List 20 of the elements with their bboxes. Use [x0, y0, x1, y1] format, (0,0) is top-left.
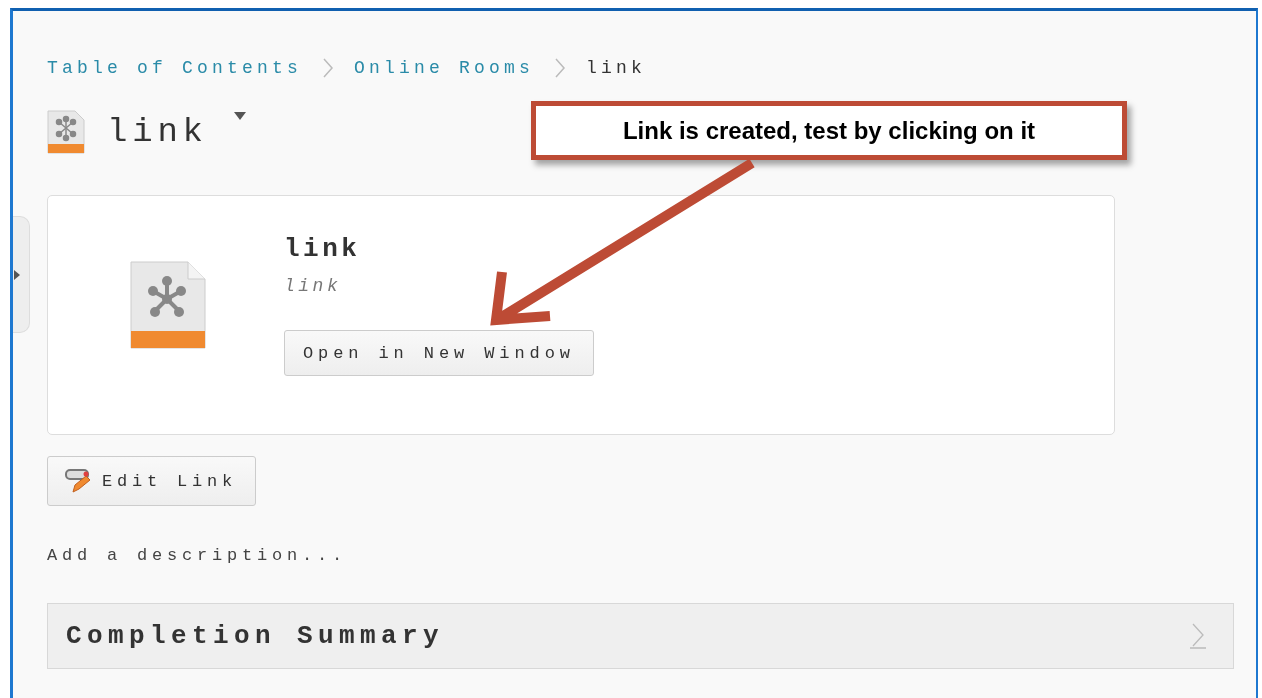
- annotation-callout: Link is created, test by clicking on it: [531, 101, 1127, 160]
- edit-link-icon: [64, 468, 92, 494]
- chevron-icon: [1189, 623, 1207, 649]
- breadcrumb-current: link: [586, 58, 647, 78]
- file-icon: [47, 110, 85, 154]
- link-title: link: [284, 234, 362, 264]
- open-new-window-button[interactable]: Open in New Window: [284, 330, 594, 376]
- description-field[interactable]: Add a description...: [47, 546, 348, 565]
- section-title: Completion Summary: [66, 621, 445, 651]
- breadcrumb-link[interactable]: Online Rooms: [354, 58, 535, 78]
- page-title: link: [107, 113, 208, 151]
- breadcrumb-link[interactable]: Table of Contents: [47, 58, 303, 78]
- edit-link-button[interactable]: Edit Link: [47, 456, 256, 506]
- completion-summary-bar[interactable]: Completion Summary: [47, 603, 1234, 669]
- caret-icon: [14, 269, 20, 280]
- chevron-icon: [554, 58, 567, 78]
- chevron-icon: [322, 58, 335, 78]
- dropdown-icon[interactable]: [233, 112, 246, 120]
- file-icon: [130, 261, 206, 349]
- link-subtitle: link: [284, 276, 343, 296]
